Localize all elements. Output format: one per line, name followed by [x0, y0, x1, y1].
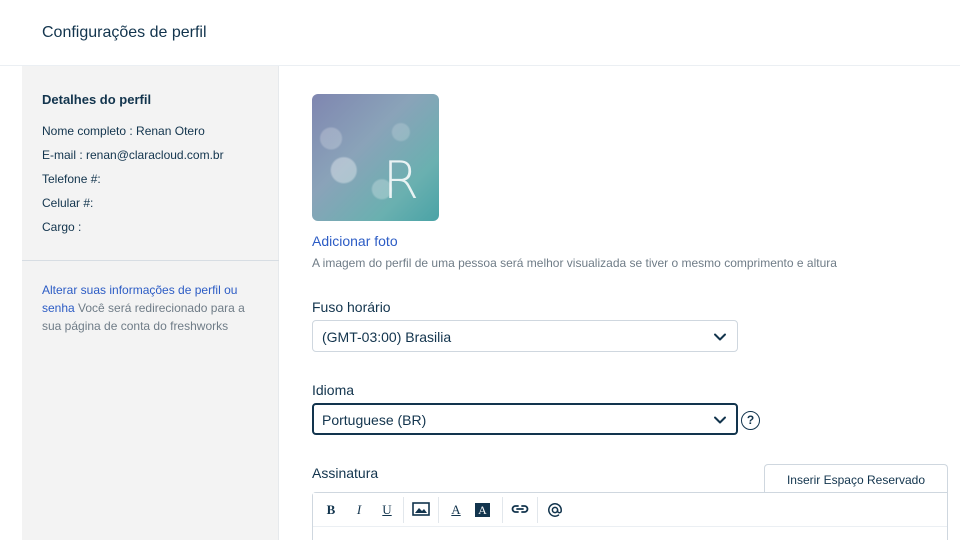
language-label: Idioma	[312, 382, 355, 398]
avatar-initial: R	[382, 151, 419, 211]
profile-details-sidebar: Detalhes do perfil Nome completo : Renan…	[22, 66, 279, 540]
photo-hint: A imagem do perfil de uma pessoa será me…	[312, 256, 837, 270]
sidebar-heading: Detalhes do perfil	[42, 92, 152, 107]
signature-label: Assinatura	[312, 465, 379, 481]
insert-placeholder-button[interactable]: Inserir Espaço Reservado	[764, 464, 948, 494]
bold-icon[interactable]: B	[322, 502, 340, 518]
detail-label: Celular #:	[42, 196, 94, 210]
timezone-value: (GMT-03:00) Brasilia	[322, 329, 452, 345]
page-title: Configurações de perfil	[42, 24, 207, 41]
sidebar-divider	[22, 260, 279, 261]
toolbar-separator	[403, 497, 404, 523]
detail-job-title: Cargo :	[42, 220, 81, 234]
detail-value: renan@claracloud.com.br	[86, 148, 224, 162]
font-color-icon[interactable]: A	[447, 502, 465, 518]
detail-phone: Telefone #:	[42, 172, 101, 186]
timezone-select[interactable]: (GMT-03:00) Brasilia	[312, 320, 738, 352]
add-photo-link[interactable]: Adicionar foto	[312, 233, 398, 249]
detail-label: Telefone #:	[42, 172, 101, 186]
help-icon[interactable]: ?	[741, 411, 760, 430]
image-icon[interactable]	[412, 502, 430, 518]
toolbar-separator	[502, 497, 503, 523]
link-icon[interactable]	[511, 502, 529, 518]
underline-icon[interactable]: U	[378, 502, 396, 518]
detail-full-name: Nome completo : Renan Otero	[42, 124, 205, 138]
toolbar-separator	[537, 497, 538, 523]
language-value: Portuguese (BR)	[322, 412, 427, 428]
page-header: Configurações de perfil	[0, 0, 960, 66]
detail-label: E-mail :	[42, 148, 87, 162]
sidebar-note: Alterar suas informações de perfil ou se…	[42, 281, 264, 335]
toolbar-separator	[438, 497, 439, 523]
background-color-icon[interactable]: A	[475, 503, 490, 517]
editor-toolbar: B I U A A	[313, 493, 947, 527]
signature-editor[interactable]: B I U A A	[312, 492, 948, 540]
chevron-down-icon	[714, 333, 726, 341]
chevron-down-icon	[714, 416, 726, 424]
detail-value: Renan Otero	[136, 124, 205, 138]
detail-label: Nome completo :	[42, 124, 137, 138]
detail-label: Cargo :	[42, 220, 82, 234]
mention-icon[interactable]	[546, 502, 564, 518]
italic-icon[interactable]: I	[350, 502, 368, 518]
avatar[interactable]: R	[312, 94, 439, 221]
timezone-label: Fuso horário	[312, 299, 391, 315]
detail-mobile: Celular #:	[42, 196, 93, 210]
language-select[interactable]: Portuguese (BR)	[312, 403, 738, 435]
detail-email: E-mail : renan@claracloud.com.br	[42, 148, 224, 162]
